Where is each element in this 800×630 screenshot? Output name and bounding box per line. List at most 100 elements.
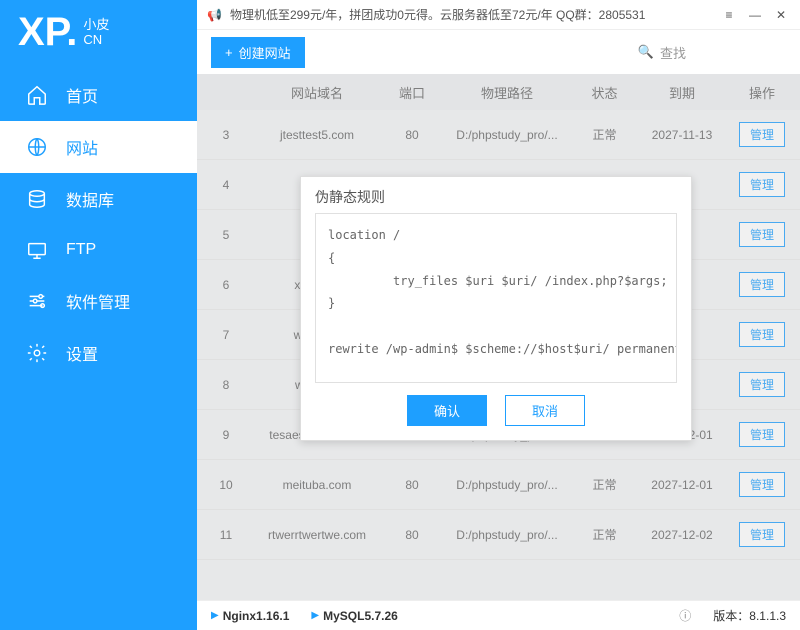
nav-website[interactable]: 网站 <box>0 121 197 173</box>
cell-index: 4 <box>205 178 247 192</box>
cell-port: 80 <box>387 128 437 142</box>
cell-index: 10 <box>205 478 247 492</box>
logo: XP. 小皮 CN <box>0 0 197 69</box>
nav-label: 软件管理 <box>66 289 130 313</box>
cell-action: 管理 <box>732 272 792 297</box>
announcement-text: 物理机低至299元/年，拼团成功0元得。云服务器低至72元/年 QQ群：2805… <box>230 6 645 23</box>
cell-path: D:/phpstudy_pro/... <box>437 528 577 542</box>
search-icon: 🔍 <box>638 44 654 60</box>
modal-textarea[interactable]: location / { try_files $uri $uri/ /index… <box>315 213 677 383</box>
manage-button[interactable]: 管理 <box>739 472 785 497</box>
close-button[interactable]: ✕ <box>772 8 790 22</box>
cell-status: 正常 <box>577 526 632 543</box>
cell-action: 管理 <box>732 522 792 547</box>
cell-action: 管理 <box>732 372 792 397</box>
cell-status: 正常 <box>577 126 632 143</box>
cell-index: 11 <box>205 528 247 542</box>
nav-label: 数据库 <box>66 187 114 211</box>
col-port: 端口 <box>387 83 437 102</box>
cell-index: 5 <box>205 228 247 242</box>
nav-settings[interactable]: 设置 <box>0 327 197 379</box>
play-icon: ▶ <box>211 610 219 621</box>
create-site-button[interactable]: + 创建网站 <box>211 37 305 68</box>
cell-action: 管理 <box>732 222 792 247</box>
logo-sub: 小皮 CN <box>83 18 109 47</box>
cell-index: 9 <box>205 428 247 442</box>
speaker-icon: 📢 <box>207 8 222 22</box>
nav-ftp[interactable]: FTP <box>0 225 197 275</box>
cell-domain: rtwerrtwertwe.com <box>247 528 387 542</box>
rewrite-rules-modal: 伪静态规则 location / { try_files $uri $uri/ … <box>300 176 692 441</box>
sliders-icon <box>26 290 48 312</box>
version-text: 版本：8.1.1.3 <box>713 607 786 624</box>
service-mysql[interactable]: ▶ MySQL5.7.26 <box>311 609 397 623</box>
cell-port: 80 <box>387 528 437 542</box>
manage-button[interactable]: 管理 <box>739 172 785 197</box>
search-box[interactable]: 🔍 查找 <box>638 43 786 62</box>
nav-home[interactable]: 首页 <box>0 69 197 121</box>
cell-action: 管理 <box>732 172 792 197</box>
cell-index: 6 <box>205 278 247 292</box>
cell-index: 7 <box>205 328 247 342</box>
manage-button[interactable]: 管理 <box>739 522 785 547</box>
gear-icon <box>26 342 48 364</box>
menu-button[interactable]: ≡ <box>720 8 738 22</box>
nav-label: 首页 <box>66 83 98 107</box>
cell-domain: meituba.com <box>247 478 387 492</box>
col-status: 状态 <box>577 83 632 102</box>
manage-button[interactable]: 管理 <box>739 222 785 247</box>
nav-label: FTP <box>66 241 96 259</box>
col-domain: 网站域名 <box>247 83 387 102</box>
nav-database[interactable]: 数据库 <box>0 173 197 225</box>
confirm-button[interactable]: 确认 <box>407 395 487 426</box>
table-row[interactable]: 10meituba.com80D:/phpstudy_pro/...正常2027… <box>197 460 800 510</box>
minimize-button[interactable]: — <box>746 8 764 22</box>
cell-path: D:/phpstudy_pro/... <box>437 478 577 492</box>
cell-index: 3 <box>205 128 247 142</box>
home-icon <box>26 84 48 106</box>
cell-index: 8 <box>205 378 247 392</box>
info-icon[interactable]: ⓘ <box>679 607 691 624</box>
cancel-button[interactable]: 取消 <box>505 395 585 426</box>
globe-icon <box>26 136 48 158</box>
cell-path: D:/phpstudy_pro/... <box>437 128 577 142</box>
toolbar: + 创建网站 🔍 查找 <box>197 30 800 74</box>
manage-button[interactable]: 管理 <box>739 422 785 447</box>
search-label: 查找 <box>660 43 686 62</box>
col-expire: 到期 <box>632 83 732 102</box>
cell-status: 正常 <box>577 476 632 493</box>
cell-expire: 2027-12-02 <box>632 528 732 542</box>
modal-footer: 确认 取消 <box>301 395 691 440</box>
plus-icon: + <box>225 45 233 60</box>
cell-port: 80 <box>387 478 437 492</box>
table-header: 网站域名 端口 物理路径 状态 到期 操作 <box>197 74 800 110</box>
table-row[interactable]: 3jtesttest5.com80D:/phpstudy_pro/...正常20… <box>197 110 800 160</box>
cell-expire: 2027-12-01 <box>632 478 732 492</box>
cell-expire: 2027-11-13 <box>632 128 732 142</box>
create-label: 创建网站 <box>239 43 291 62</box>
col-path: 物理路径 <box>437 83 577 102</box>
logo-main: XP. <box>18 10 77 55</box>
manage-button[interactable]: 管理 <box>739 322 785 347</box>
titlebar: 📢 物理机低至299元/年，拼团成功0元得。云服务器低至72元/年 QQ群：28… <box>197 0 800 30</box>
nav-software[interactable]: 软件管理 <box>0 275 197 327</box>
col-action: 操作 <box>732 83 792 102</box>
manage-button[interactable]: 管理 <box>739 122 785 147</box>
nav-label: 网站 <box>66 135 98 159</box>
manage-button[interactable]: 管理 <box>739 372 785 397</box>
statusbar: ▶ Nginx1.16.1 ▶ MySQL5.7.26 ⓘ 版本：8.1.1.3 <box>197 600 800 630</box>
monitor-icon <box>26 239 48 261</box>
service-nginx[interactable]: ▶ Nginx1.16.1 <box>211 609 289 623</box>
cell-domain: jtesttest5.com <box>247 128 387 142</box>
database-icon <box>26 188 48 210</box>
nav-label: 设置 <box>66 341 98 365</box>
manage-button[interactable]: 管理 <box>739 272 785 297</box>
cell-action: 管理 <box>732 472 792 497</box>
modal-title: 伪静态规则 <box>301 177 691 213</box>
sidebar: XP. 小皮 CN 首页 网站 数据库 FTP 软件管理 设置 <box>0 0 197 630</box>
cell-action: 管理 <box>732 422 792 447</box>
table-row[interactable]: 11rtwerrtwertwe.com80D:/phpstudy_pro/...… <box>197 510 800 560</box>
play-icon: ▶ <box>311 610 319 621</box>
cell-action: 管理 <box>732 322 792 347</box>
cell-action: 管理 <box>732 122 792 147</box>
